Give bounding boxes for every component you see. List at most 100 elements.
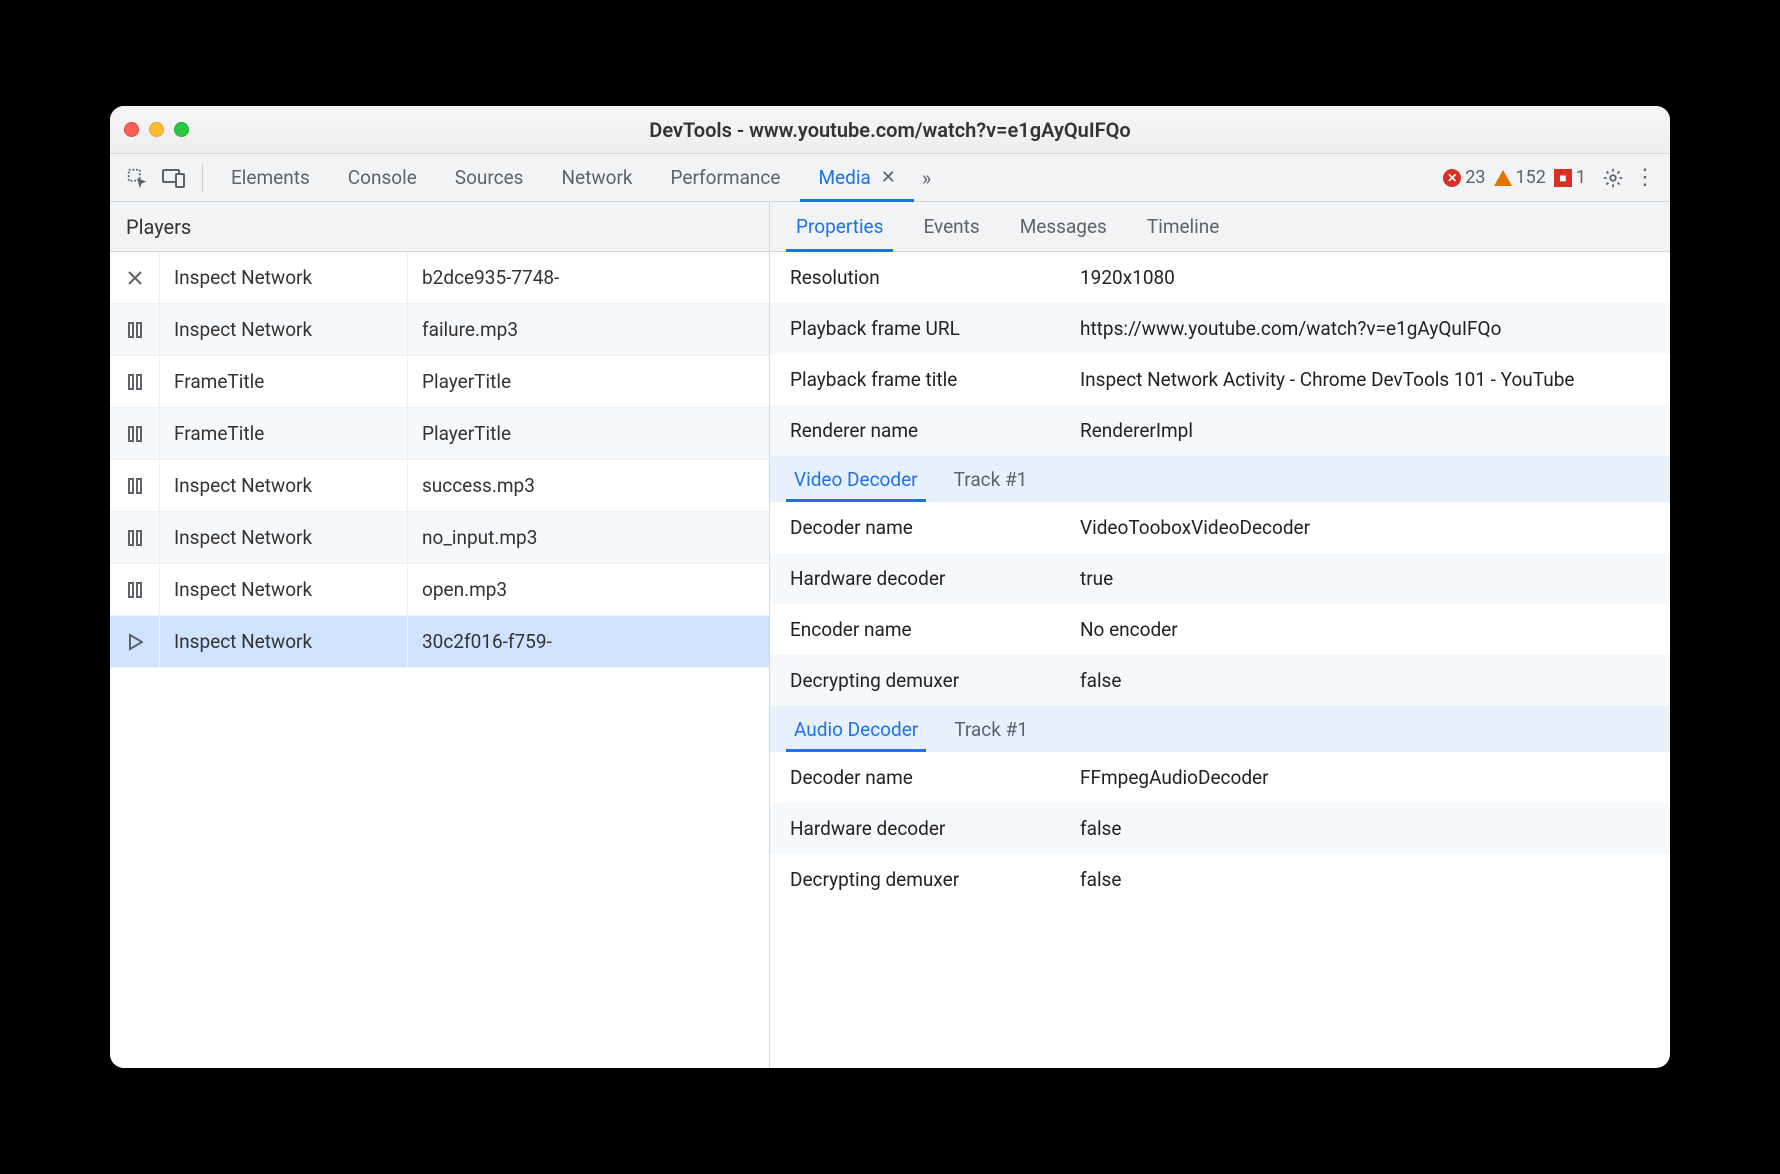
prop-key: Decoder name	[790, 766, 1080, 789]
player-row[interactable]: Inspect Networkb2dce935-7748-	[110, 252, 769, 304]
player-title: open.mp3	[408, 564, 769, 615]
player-frame-title: Inspect Network	[160, 564, 408, 615]
player-row[interactable]: FrameTitlePlayerTitle	[110, 408, 769, 460]
tab-performance[interactable]: Performance	[653, 154, 799, 201]
prop-row-frame-title: Playback frame title Inspect Network Act…	[770, 354, 1670, 405]
issue-count-value: 1	[1576, 167, 1586, 188]
player-title: PlayerTitle	[408, 408, 769, 459]
error-icon: ✕	[1443, 169, 1461, 187]
prop-val: FFmpegAudioDecoder	[1080, 766, 1650, 789]
prop-key: Decoder name	[790, 516, 1080, 539]
prop-row: Hardware decoder false	[770, 803, 1670, 854]
player-status-pause-icon	[110, 356, 160, 407]
console-counts[interactable]: ✕ 23 152 ■ 1	[1443, 167, 1596, 188]
player-row[interactable]: Inspect Networksuccess.mp3	[110, 460, 769, 512]
tab-media-label: Media	[818, 166, 870, 189]
prop-row: Decrypting demuxer false	[770, 854, 1670, 905]
prop-row: Decoder name VideoTooboxVideoDecoder	[770, 502, 1670, 553]
prop-key: Playback frame URL	[790, 317, 1080, 340]
error-count[interactable]: ✕ 23	[1443, 167, 1485, 188]
audio-decoder-section: Audio Decoder Track #1	[770, 706, 1670, 752]
settings-gear-icon[interactable]	[1598, 167, 1628, 189]
prop-key: Decrypting demuxer	[790, 868, 1080, 891]
tab-network[interactable]: Network	[543, 154, 650, 201]
prop-row-url: Playback frame URL https://www.youtube.c…	[770, 303, 1670, 354]
tab-media[interactable]: Media ✕	[800, 154, 913, 201]
prop-val: No encoder	[1080, 618, 1650, 641]
prop-val: https://www.youtube.com/watch?v=e1gAyQuI…	[1080, 317, 1650, 340]
player-frame-title: Inspect Network	[160, 252, 408, 303]
player-row[interactable]: FrameTitlePlayerTitle	[110, 356, 769, 408]
player-status-pause-icon	[110, 304, 160, 355]
player-frame-title: Inspect Network	[160, 616, 408, 667]
more-tabs-chevron-icon[interactable]: »	[916, 166, 937, 190]
player-title: no_input.mp3	[408, 512, 769, 563]
toolbar-divider	[202, 164, 203, 192]
prop-key: Resolution	[790, 266, 1080, 289]
tab-console[interactable]: Console	[330, 154, 435, 201]
titlebar: DevTools - www.youtube.com/watch?v=e1gAy…	[110, 106, 1670, 154]
prop-key: Encoder name	[790, 618, 1080, 641]
issue-count[interactable]: ■ 1	[1554, 167, 1586, 188]
prop-key: Hardware decoder	[790, 567, 1080, 590]
prop-row: Decrypting demuxer false	[770, 655, 1670, 706]
subtab-properties[interactable]: Properties	[776, 202, 903, 251]
audio-track-tab[interactable]: Track #1	[936, 706, 1046, 752]
prop-val: false	[1080, 817, 1650, 840]
audio-decoder-tab[interactable]: Audio Decoder	[776, 706, 936, 752]
subtab-messages[interactable]: Messages	[1000, 202, 1127, 251]
devtools-window: DevTools - www.youtube.com/watch?v=e1gAy…	[110, 106, 1670, 1068]
prop-row-resolution: Resolution 1920x1080	[770, 252, 1670, 303]
player-frame-title: Inspect Network	[160, 304, 408, 355]
player-title: failure.mp3	[408, 304, 769, 355]
player-frame-title: Inspect Network	[160, 460, 408, 511]
properties-panel: Properties Events Messages Timeline Reso…	[770, 202, 1670, 1068]
player-status-pause-icon	[110, 512, 160, 563]
prop-row-renderer: Renderer name RendererImpl	[770, 405, 1670, 456]
tab-sources[interactable]: Sources	[437, 154, 542, 201]
player-status-pause-icon	[110, 564, 160, 615]
players-panel: Players Inspect Networkb2dce935-7748-Ins…	[110, 202, 770, 1068]
player-list: Inspect Networkb2dce935-7748-Inspect Net…	[110, 252, 769, 668]
prop-val: VideoTooboxVideoDecoder	[1080, 516, 1650, 539]
kebab-menu-icon[interactable]: ⋮	[1630, 165, 1660, 190]
subtab-events[interactable]: Events	[903, 202, 999, 251]
player-status-pause-icon	[110, 408, 160, 459]
prop-key: Renderer name	[790, 419, 1080, 442]
content-area: Players Inspect Networkb2dce935-7748-Ins…	[110, 202, 1670, 1068]
player-row[interactable]: Inspect Networkfailure.mp3	[110, 304, 769, 356]
player-row[interactable]: Inspect Network30c2f016-f759-	[110, 616, 769, 668]
player-status-x-icon	[110, 252, 160, 303]
prop-val: false	[1080, 868, 1650, 891]
prop-row: Hardware decoder true	[770, 553, 1670, 604]
player-title: success.mp3	[408, 460, 769, 511]
warning-icon	[1494, 170, 1512, 186]
video-decoder-tab[interactable]: Video Decoder	[776, 456, 936, 502]
inspect-element-icon[interactable]	[120, 161, 154, 195]
warning-count-value: 152	[1516, 167, 1546, 188]
tab-elements[interactable]: Elements	[213, 154, 328, 201]
player-row[interactable]: Inspect Networkopen.mp3	[110, 564, 769, 616]
player-title: 30c2f016-f759-	[408, 616, 769, 667]
prop-row: Decoder name FFmpegAudioDecoder	[770, 752, 1670, 803]
prop-key: Decrypting demuxer	[790, 669, 1080, 692]
video-track-tab[interactable]: Track #1	[936, 456, 1046, 502]
prop-val: false	[1080, 669, 1650, 692]
prop-key: Hardware decoder	[790, 817, 1080, 840]
devtools-toolbar: Elements Console Sources Network Perform…	[110, 154, 1670, 202]
player-row[interactable]: Inspect Networkno_input.mp3	[110, 512, 769, 564]
warning-count[interactable]: 152	[1494, 167, 1546, 188]
window-title: DevTools - www.youtube.com/watch?v=e1gAy…	[110, 118, 1670, 142]
close-tab-icon[interactable]: ✕	[881, 167, 896, 188]
player-title: PlayerTitle	[408, 356, 769, 407]
subtab-timeline[interactable]: Timeline	[1127, 202, 1240, 251]
player-frame-title: FrameTitle	[160, 408, 408, 459]
video-decoder-section: Video Decoder Track #1	[770, 456, 1670, 502]
prop-val: true	[1080, 567, 1650, 590]
prop-val: Inspect Network Activity - Chrome DevToo…	[1080, 368, 1650, 391]
player-title: b2dce935-7748-	[408, 252, 769, 303]
device-toolbar-icon[interactable]	[156, 162, 192, 194]
prop-val: 1920x1080	[1080, 266, 1650, 289]
player-status-play-icon	[110, 616, 160, 667]
player-status-pause-icon	[110, 460, 160, 511]
